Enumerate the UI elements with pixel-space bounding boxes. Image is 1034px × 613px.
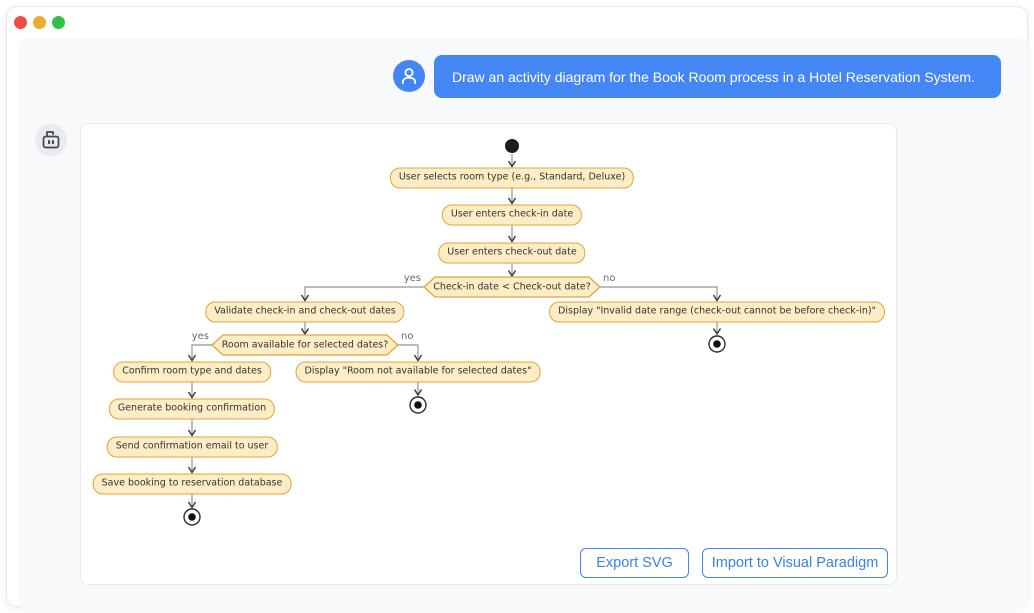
- end-node-room-unavailable: [410, 397, 426, 413]
- decision-room-available[interactable]: Room available for selected dates?: [222, 340, 389, 351]
- user-message-bubble: Draw an activity diagram for the Book Ro…: [434, 55, 1001, 98]
- window-minimize-button[interactable]: [33, 16, 46, 29]
- robot-icon: [35, 124, 67, 156]
- activity-validate-dates[interactable]: Validate check-in and check-out dates: [205, 302, 404, 323]
- activity-enter-checkin[interactable]: User enters check-in date: [442, 205, 582, 226]
- activity-display-not-available[interactable]: Display "Room not available for selected…: [296, 362, 541, 383]
- person-icon: [393, 60, 425, 92]
- export-svg-button[interactable]: Export SVG: [580, 548, 689, 578]
- end-node-booking-saved: [184, 509, 200, 525]
- diagram-card: User selects room type (e.g., Standard, …: [80, 123, 897, 585]
- window-maximize-button[interactable]: [52, 16, 65, 29]
- activity-display-invalid-range[interactable]: Display "Invalid date range (check-out c…: [549, 302, 885, 323]
- edge-label-yes-1: yes: [404, 273, 421, 284]
- assistant-avatar: [35, 124, 67, 156]
- activity-generate-confirmation[interactable]: Generate booking confirmation: [109, 399, 275, 420]
- edge-label-yes-2: yes: [192, 331, 209, 342]
- start-node: [505, 139, 519, 153]
- user-message-text: Draw an activity diagram for the Book Ro…: [452, 69, 975, 85]
- activity-select-room-type[interactable]: User selects room type (e.g., Standard, …: [390, 168, 634, 189]
- user-avatar: [393, 60, 425, 92]
- decision-date-order[interactable]: Check-in date < Check-out date?: [433, 282, 591, 293]
- end-node-invalid-date: [709, 336, 725, 352]
- activity-save-booking[interactable]: Save booking to reservation database: [93, 474, 292, 495]
- activity-diagram-canvas: [81, 124, 898, 586]
- activity-enter-checkout[interactable]: User enters check-out date: [438, 243, 585, 264]
- activity-confirm-room[interactable]: Confirm room type and dates: [113, 362, 271, 383]
- activity-send-email[interactable]: Send confirmation email to user: [107, 437, 278, 458]
- edge-label-no-2: no: [401, 331, 413, 342]
- import-visual-paradigm-button[interactable]: Import to Visual Paradigm: [702, 548, 888, 578]
- window-close-button[interactable]: [14, 16, 27, 29]
- app-screenshot: Draw an activity diagram for the Book Ro…: [0, 0, 1034, 613]
- edge-label-no-1: no: [603, 273, 615, 284]
